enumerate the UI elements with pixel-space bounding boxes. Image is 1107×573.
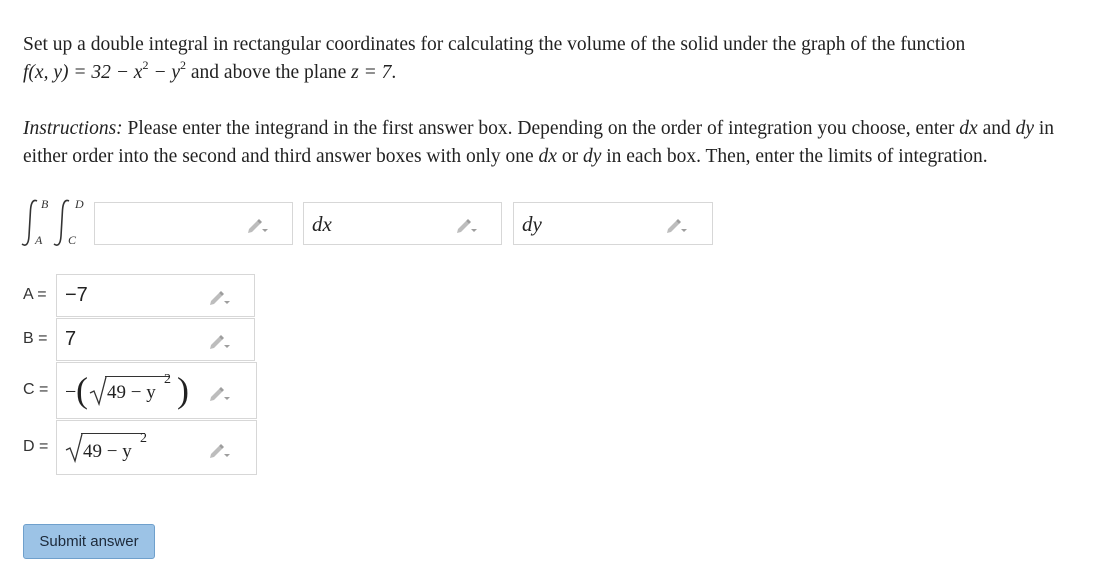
pencil-icon[interactable] [666,217,688,233]
limit-d-expression: 49 − y 2 [65,430,185,470]
outer-upper-limit: B [41,197,49,211]
inner-upper-limit: D [75,197,84,211]
pencil-icon[interactable] [209,385,231,401]
limit-d-input[interactable]: 49 − y 2 [56,420,257,475]
problem-statement: Set up a double integral in rectangular … [23,31,1083,87]
limit-c-input[interactable]: − ( 49 − y 2 ) [56,362,257,419]
dy-term: dy [582,146,602,167]
function-expression-y: − y [148,62,181,83]
limit-a-label: A = [23,286,47,303]
limit-c-expression: − ( 49 − y 2 ) [65,370,205,413]
dy-term: dy [1015,118,1035,139]
radicand: 49 − y [83,441,132,462]
instructions-text: Please enter the integrand in the first … [122,118,960,139]
exponent: 2 [164,372,171,387]
double-integral: B A D C [20,196,96,250]
instructions-label: Instructions: [23,118,123,139]
pencil-icon[interactable] [456,217,478,233]
submit-answer-button[interactable]: Submit answer [23,524,155,559]
instructions-text: in each box. Then, enter the limits of i… [601,146,988,167]
close-paren: ) [177,370,189,410]
period: . [391,62,397,83]
pencil-icon[interactable] [209,333,231,349]
dx-term: dx [538,146,557,167]
instructions-text: and [977,118,1016,139]
instructions-text: or [556,146,583,167]
inner-lower-limit: C [68,233,77,247]
third-answer-input[interactable]: dy [513,202,713,245]
sqrt-icon [65,433,83,463]
sqrt-icon [89,376,107,406]
problem-text: and above the plane [186,62,352,83]
third-answer-value: dy [522,212,542,236]
function-expression: f(x, y) = 32 − x [23,62,143,83]
exponent: 2 [140,431,147,446]
limit-c-label: C = [23,381,49,398]
radicand: 49 − y [107,382,156,403]
instructions: Instructions: Please enter the integrand… [23,115,1083,171]
second-answer-input[interactable]: dx [303,202,502,245]
limit-b-input[interactable]: 7 [56,318,255,361]
problem-line-1: Set up a double integral in rectangular … [23,34,966,55]
dx-term: dx [959,118,978,139]
minus-sign: − [65,381,77,403]
limit-a-input[interactable]: −7 [56,274,255,317]
limit-d-label: D = [23,438,49,455]
plane-equation: z = 7 [351,62,392,83]
integrand-input[interactable] [94,202,293,245]
problem-line-2: f(x, y) = 32 − x2 − y2 and above the pla… [23,59,1083,87]
outer-lower-limit: A [35,233,43,247]
radical-bar [81,433,145,434]
limit-b-label: B = [23,330,48,347]
second-answer-value: dx [312,212,332,236]
limit-b-value: 7 [65,328,77,350]
open-paren: ( [76,370,88,410]
pencil-icon[interactable] [209,442,231,458]
pencil-icon[interactable] [247,217,269,233]
pencil-icon[interactable] [209,289,231,305]
radical-bar [105,376,169,377]
limit-a-value: −7 [65,284,88,306]
